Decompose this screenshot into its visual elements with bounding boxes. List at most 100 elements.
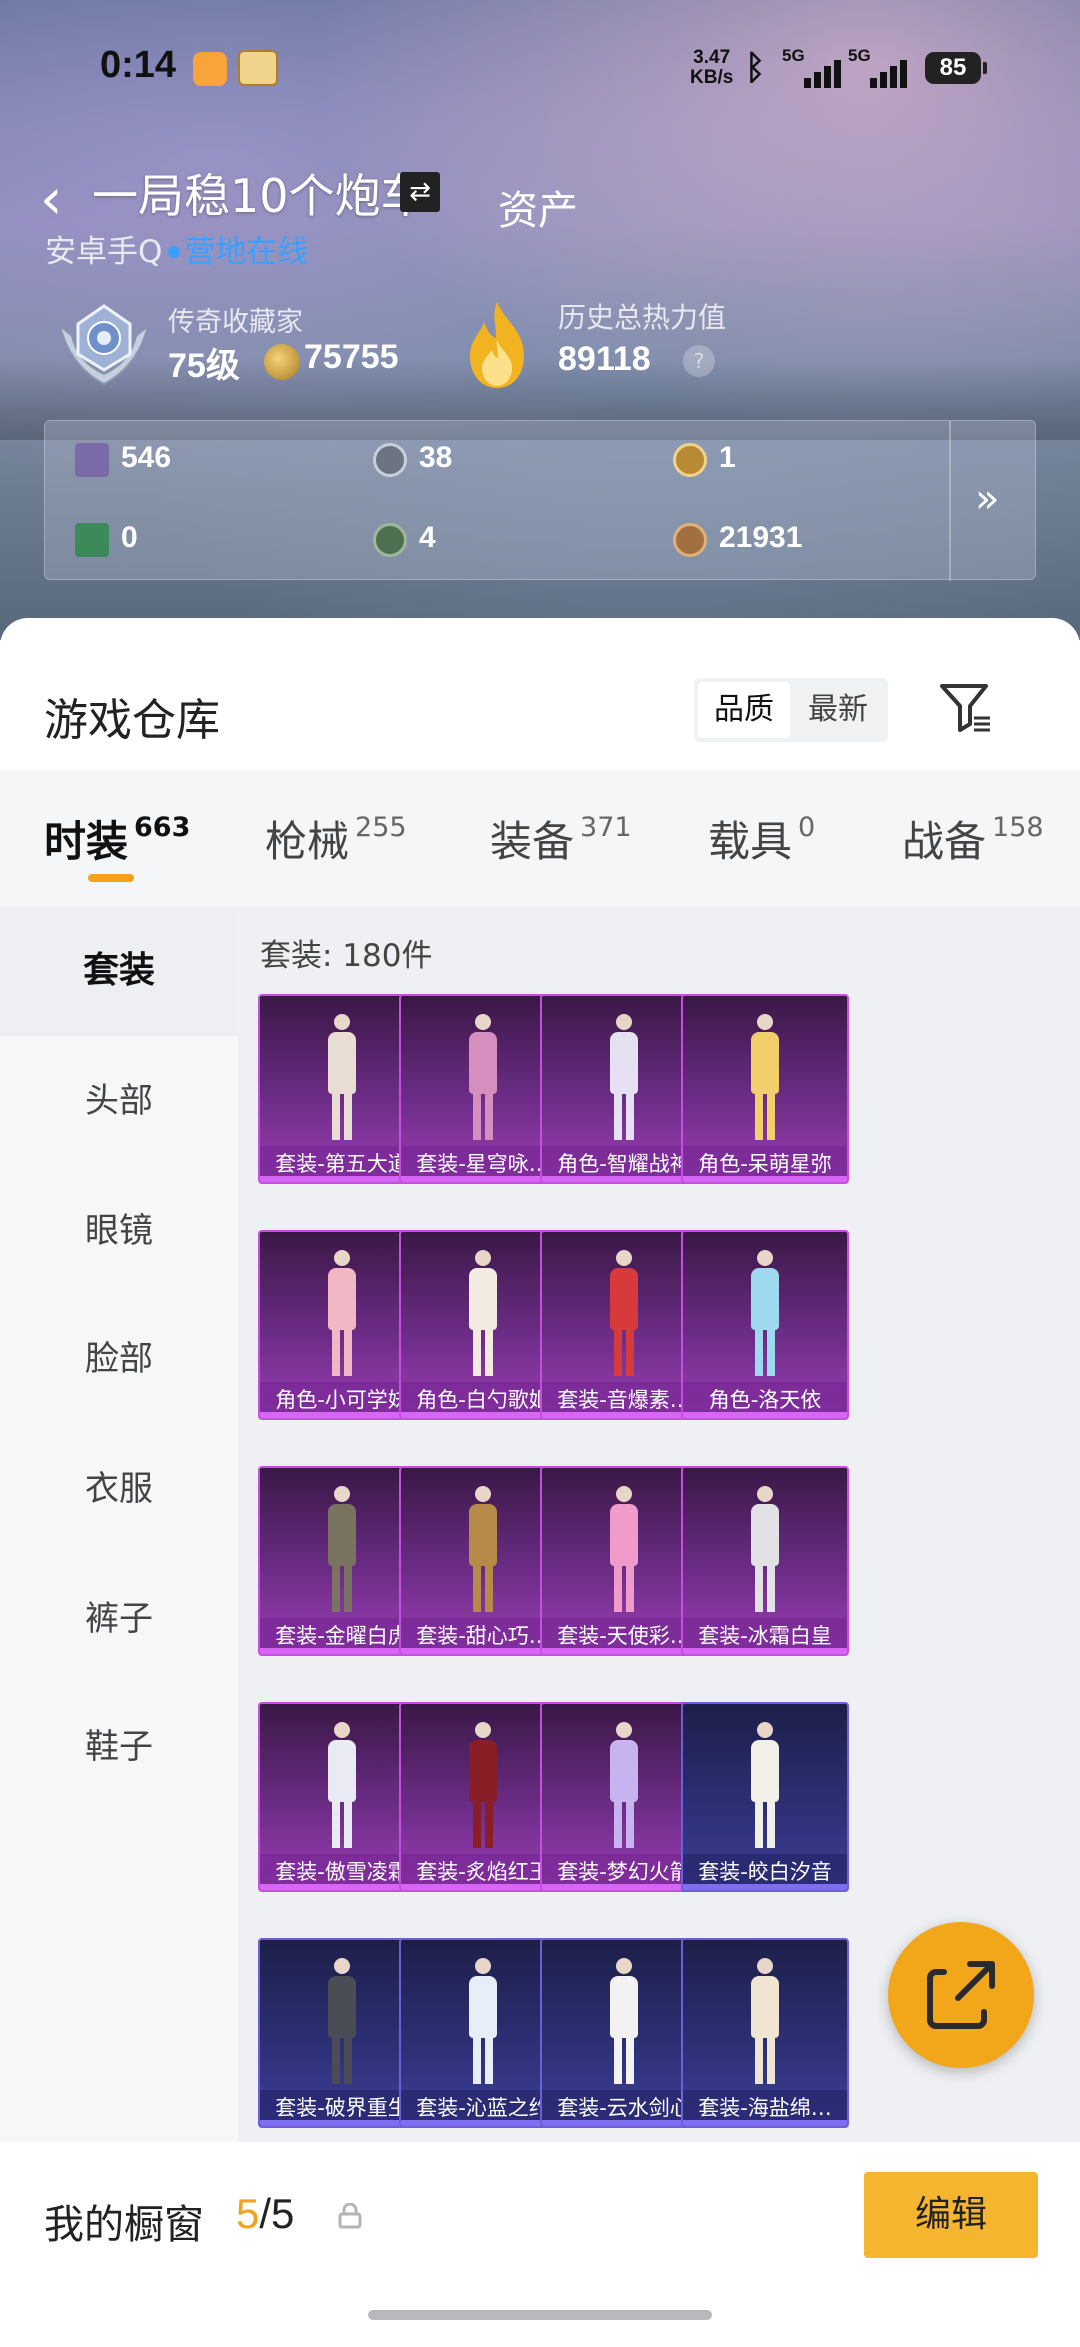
signal-label-2: 5G [848,46,871,65]
switch-account-icon[interactable]: ⇄ [400,172,440,212]
tab-count: 371 [580,812,632,843]
sidebar-item-shoes[interactable]: 鞋子 [0,1682,238,1812]
tab-fashion[interactable]: 时装 663 [44,808,190,869]
sidebar-item-face[interactable]: 脸部 [0,1294,238,1424]
share-button[interactable] [888,1922,1034,2068]
sidebar-item-glasses[interactable]: 眼镜 [0,1166,238,1296]
rarity-bar [683,1648,847,1654]
item-card[interactable]: 套装-海盐绵… [681,1938,849,2128]
green-card-icon [75,523,109,557]
tab-label: 装备 [490,817,575,866]
sidebar-item-pants[interactable]: 裤子 [0,1554,238,1684]
outfit-figure-icon [604,1486,644,1614]
signal-icon: 5G [782,46,846,90]
rank-title: 传奇收藏家 [168,307,303,338]
filter-icon[interactable] [938,680,994,736]
outfit-figure-icon [463,1250,503,1378]
edit-button[interactable]: 编辑 [864,2172,1038,2258]
rarity-bar [683,1884,847,1890]
item-card[interactable]: 套装-皎白汐音 [681,1702,849,1892]
battery-indicator: 85 [925,52,987,84]
tab-count: 158 [992,812,1044,843]
tab-firearms[interactable]: 枪械 255 [265,808,407,869]
outfit-figure-icon [463,1486,503,1614]
warehouse-title: 游戏仓库 [44,695,220,746]
card-icon [75,443,109,477]
outfit-figure-icon [745,1722,785,1850]
showcase-current: 5 [236,2190,260,2237]
outfit-figure-icon [322,1958,362,2086]
status-bar: 0:14 3.47 KB/s ᛒ 5G 5G 85 [0,0,1080,130]
sidebar-item-suits[interactable]: 套装 [0,906,238,1036]
home-indicator[interactable] [368,2310,712,2320]
s-coin-icon [373,443,407,477]
lock-icon [338,2203,362,2229]
platform-status: 安卓手Q 营地在线 [45,226,308,271]
network-speed: 3.47 KB/s [690,48,733,88]
outfit-figure-icon [322,1486,362,1614]
outfit-figure-icon [322,1250,362,1378]
outfit-figure-icon [604,1014,644,1142]
item-card[interactable]: 角色-洛天依 [681,1230,849,1420]
outfit-figure-icon [745,1486,785,1614]
outfit-figure-icon [745,1250,785,1378]
asset-tab[interactable]: 资产 [498,178,578,236]
rank-badge-icon [58,304,150,386]
outfit-figure-icon [322,1014,362,1142]
help-icon[interactable]: ? [683,345,715,377]
bluetooth-icon: ᛒ [745,48,766,88]
collection-points-icon [264,344,300,380]
gold-emblem-icon [673,443,707,477]
outfit-figure-icon [463,1958,503,2086]
tab-label: 战备 [902,817,987,866]
player-name: 一局稳10个炮车 [92,169,427,223]
currency-value: 21931 [719,521,803,554]
notification-app-icon-2 [238,50,278,86]
back-arrow-icon[interactable]: ‹ [40,172,84,232]
item-card[interactable]: 套装-冰霜白皇 [681,1466,849,1656]
showcase-total: 5 [271,2190,295,2237]
outfit-figure-icon [463,1722,503,1850]
signal-label: 5G [782,46,805,65]
currency-value: 4 [419,521,436,554]
tab-label: 枪械 [265,817,350,866]
tab-count: 0 [798,812,816,843]
tab-count: 255 [355,812,407,843]
chevron-double-right-icon[interactable]: » [975,476,999,522]
item-card[interactable]: 角色-呆萌星弥 [681,994,849,1184]
outfit-figure-icon [604,1722,644,1850]
rarity-bar [683,2120,847,2126]
notification-app-icon [193,52,227,86]
outfit-figure-icon [463,1014,503,1142]
online-status: 营地在线 [184,234,309,270]
tab-battle-prep[interactable]: 战备 158 [902,808,1044,869]
active-tab-indicator [88,874,134,882]
tab-count: 663 [134,812,191,843]
outfit-figure-icon [604,1250,644,1378]
outfit-figure-icon [745,1014,785,1142]
panel-divider [949,421,951,581]
outfit-figure-icon [604,1958,644,2086]
online-dot-icon [168,245,181,258]
rarity-bar [683,1412,847,1418]
showcase-label: 我的橱窗 [44,2202,204,2248]
currency-panel[interactable]: 546 38 1 0 4 21931 » [44,420,1036,581]
rarity-bar [683,1176,847,1182]
tab-equipment[interactable]: 装备 371 [490,808,632,869]
sidebar-item-head[interactable]: 头部 [0,1036,238,1166]
tab-label: 载具 [708,817,793,866]
sidebar-item-clothes[interactable]: 衣服 [0,1424,238,1554]
outfit-figure-icon [745,1958,785,2086]
item-count-label: 套装: 180件 [260,938,433,974]
bronze-coin-icon [673,523,707,557]
sort-quality-button[interactable]: 品质 [698,682,790,738]
currency-value: 546 [121,441,172,474]
tab-vehicles[interactable]: 载具 0 [708,808,815,869]
sort-newest-button[interactable]: 最新 [792,682,884,738]
green-gem-icon [373,523,407,557]
heat-title: 历史总热力值 [558,301,727,334]
tab-label: 时装 [44,817,129,866]
status-time: 0:14 [100,44,177,86]
network-speed-value: 3.47 [693,47,731,68]
share-icon [927,1961,995,2029]
